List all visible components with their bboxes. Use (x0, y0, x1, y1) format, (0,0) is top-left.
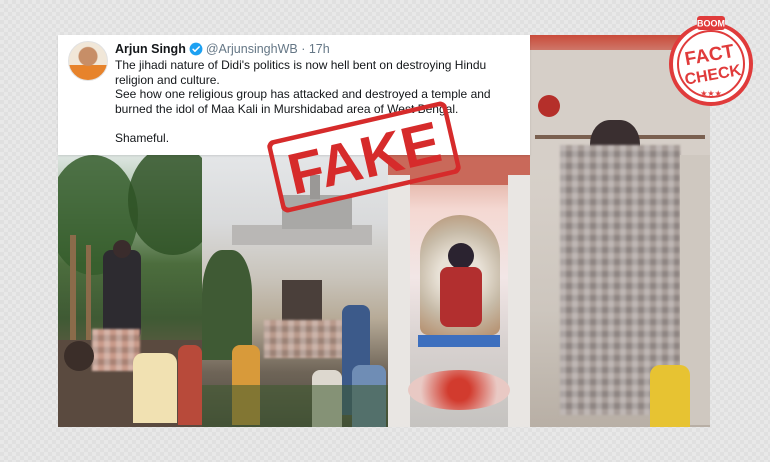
fact-check-badge: BOOM FACT CHECK ★★★ (663, 14, 759, 110)
author-handle[interactable]: @ArjunsinghWB (206, 42, 298, 56)
author-name[interactable]: Arjun Singh (115, 42, 186, 56)
verified-badge-icon (189, 42, 203, 59)
separator-dot: · (301, 42, 306, 56)
badge-top-text: BOOM (697, 19, 725, 29)
avatar[interactable] (68, 41, 108, 81)
photo-kali-idol-shrine (388, 155, 530, 427)
badge-stars: ★★★ (700, 89, 722, 98)
tweet-line-2: See how one religious group has attacked… (115, 87, 491, 116)
tweet-time[interactable]: 17h (309, 42, 330, 56)
photo-village-idol (58, 155, 202, 427)
tweet-line-1: The jihadi nature of Didi's politics is … (115, 58, 487, 87)
tweet-header: Arjun Singh @ArjunsinghWB · 17h (115, 42, 330, 59)
